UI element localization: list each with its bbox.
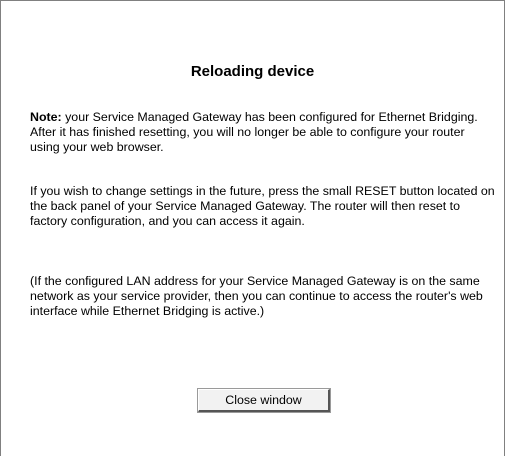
dialog-title: Reloading device: [190, 63, 315, 80]
note-paragraph: Note: your Service Managed Gateway has b…: [30, 110, 496, 155]
reset-instructions-paragraph: If you wish to change settings in the fu…: [30, 184, 495, 228]
close-window-button[interactable]: Close window: [197, 388, 331, 413]
note-text: your Service Managed Gateway has been co…: [30, 110, 478, 154]
lan-address-paragraph: (If the configured LAN address for your …: [30, 274, 483, 318]
dialog-window: Reloading device Note: your Service Mana…: [0, 0, 505, 456]
note-label: Note:: [30, 110, 62, 124]
